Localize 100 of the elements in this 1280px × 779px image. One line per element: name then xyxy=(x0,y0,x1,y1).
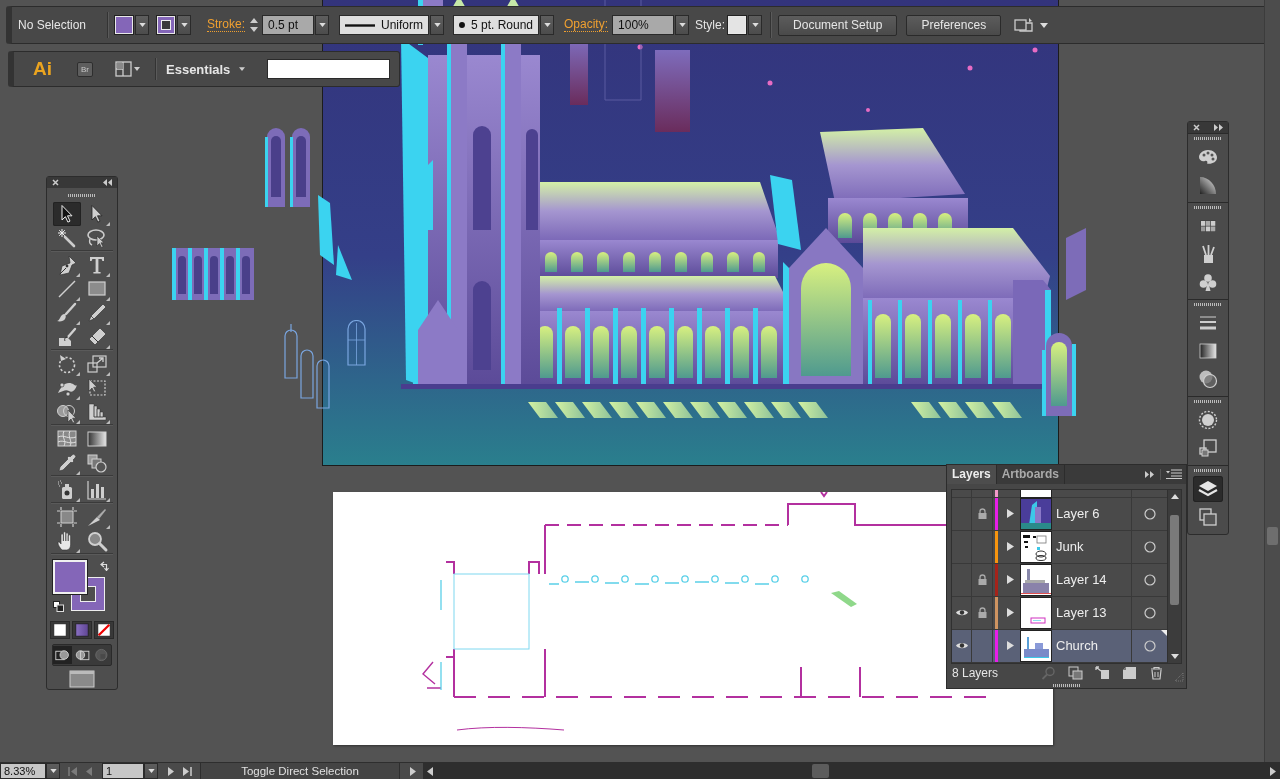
expand-triangle-icon[interactable] xyxy=(1007,509,1014,519)
selection-status: No Selection xyxy=(18,18,88,32)
style-dropdown[interactable] xyxy=(748,15,763,35)
layer-row[interactable]: Junk xyxy=(952,530,1167,564)
resize-grip-icon[interactable] xyxy=(1174,672,1184,683)
expand-triangle-icon[interactable] xyxy=(1007,542,1014,552)
stroke-dropdown-button[interactable] xyxy=(177,15,191,35)
expand-triangle-icon[interactable] xyxy=(1007,608,1014,618)
target-circle-icon xyxy=(1143,639,1156,652)
triangle-right-icon[interactable] xyxy=(166,766,175,776)
outlined-pointer-icon[interactable] xyxy=(53,202,81,226)
scroll-thumb[interactable] xyxy=(1170,514,1179,605)
trash-icon[interactable] xyxy=(1149,666,1164,681)
target-circle-icon xyxy=(1143,606,1156,619)
grip-icon[interactable] xyxy=(1194,137,1222,140)
scroll-down-icon[interactable] xyxy=(1170,653,1179,659)
toolbar-button[interactable]: Document Setup xyxy=(778,14,898,36)
expand-triangle-icon[interactable] xyxy=(1007,575,1014,585)
stroke-weight-field[interactable]: 0.5 pt xyxy=(262,15,314,35)
gradient-swatch-icon[interactable] xyxy=(72,621,92,639)
skip-start-icon[interactable] xyxy=(68,766,77,776)
none-swatch-icon[interactable] xyxy=(94,621,114,639)
panel-tab[interactable]: Artboards xyxy=(996,465,1066,484)
profile-dropdown[interactable]: Uniform xyxy=(339,15,429,35)
layer-count: 8 Layers xyxy=(952,666,999,681)
document-layout-icon[interactable] xyxy=(115,61,141,77)
double-arrow-icon[interactable] xyxy=(1145,470,1154,478)
grip-icon[interactable] xyxy=(1052,683,1081,687)
bridge-button[interactable]: Br xyxy=(77,61,93,77)
double-arrow-icon[interactable] xyxy=(1214,124,1223,131)
caret-icon xyxy=(49,769,57,773)
style-swatch[interactable] xyxy=(728,16,747,34)
fill-swatch[interactable] xyxy=(53,560,87,594)
stroke-link[interactable]: Stroke: xyxy=(207,18,245,32)
toolbar-button[interactable]: Preferences xyxy=(906,14,1002,36)
workspace-menu[interactable]: Essentials xyxy=(166,61,246,77)
horizontal-scrollbar[interactable] xyxy=(423,763,1280,779)
scroll-left-icon[interactable] xyxy=(426,766,435,776)
stroke-weight-dropdown[interactable] xyxy=(315,15,329,35)
opacity-dropdown[interactable] xyxy=(675,15,690,35)
vertical-scrollbar[interactable] xyxy=(1167,489,1181,663)
layer-row[interactable]: Layer 14 xyxy=(952,563,1167,597)
triangle-right-icon[interactable] xyxy=(408,766,417,776)
skip-end-icon[interactable] xyxy=(183,766,192,776)
caret-icon xyxy=(751,23,759,27)
grip-icon[interactable] xyxy=(68,193,96,197)
panel-menu-icon[interactable] xyxy=(1166,469,1182,480)
double-arrow-icon[interactable] xyxy=(103,179,112,186)
zoom-field[interactable]: 8.33% xyxy=(0,763,46,779)
close-icon[interactable] xyxy=(52,179,59,186)
stepper-arrows-icon[interactable] xyxy=(248,16,260,34)
status-menu[interactable]: Toggle Direct Selection xyxy=(200,763,400,779)
layer-name: Layer 14 xyxy=(1056,572,1108,588)
grip-icon[interactable] xyxy=(1194,469,1222,472)
layer-row[interactable] xyxy=(952,489,1167,498)
arrow-into-box-icon[interactable] xyxy=(1095,666,1110,681)
draw-normal-icon[interactable] xyxy=(53,646,72,664)
layer-thumbnail xyxy=(1021,630,1051,661)
close-icon[interactable] xyxy=(1193,124,1200,131)
screen-mode-icon[interactable] xyxy=(69,669,95,688)
layer-row[interactable]: Layer 13 xyxy=(952,596,1167,630)
layer-row[interactable]: Church xyxy=(952,629,1167,663)
panel-tab[interactable]: Layers xyxy=(947,465,997,484)
scroll-thumb[interactable] xyxy=(1267,527,1278,545)
opacity-field[interactable]: 100% xyxy=(612,15,675,35)
overlapping-squares-icon[interactable] xyxy=(1068,666,1083,681)
vertical-scrollbar[interactable] xyxy=(1264,0,1280,762)
lock-icon xyxy=(977,607,987,619)
layer-name: Layer 6 xyxy=(1056,506,1101,522)
caret-icon[interactable] xyxy=(1040,22,1049,28)
brush-caret-button[interactable] xyxy=(540,15,554,35)
default-colors-icon[interactable] xyxy=(53,601,64,612)
brush-dropdown[interactable]: 5 pt. Round xyxy=(453,15,539,35)
scroll-up-icon[interactable] xyxy=(1170,493,1179,499)
wall-piece-drawing xyxy=(1066,228,1086,300)
artboard-dropdown[interactable] xyxy=(144,763,158,779)
zoom-dropdown[interactable] xyxy=(46,763,60,779)
expand-triangle-icon[interactable] xyxy=(1007,641,1014,651)
lock-icon xyxy=(977,508,987,520)
opacity-link[interactable]: Opacity: xyxy=(564,18,609,32)
grip-icon[interactable] xyxy=(1194,303,1222,306)
search-field[interactable] xyxy=(267,59,391,79)
color-swatch-icon[interactable] xyxy=(50,621,70,639)
layers-stack-icon[interactable] xyxy=(1193,476,1223,502)
grip-icon[interactable] xyxy=(1194,206,1222,209)
lock-icon xyxy=(977,574,987,586)
scroll-thumb[interactable] xyxy=(812,764,829,778)
page-icon[interactable] xyxy=(1122,666,1137,681)
swap-arrows-icon[interactable] xyxy=(100,561,110,571)
scroll-right-icon[interactable] xyxy=(1268,766,1277,776)
brush-stroke xyxy=(831,591,857,607)
profile-caret-button[interactable] xyxy=(430,15,444,35)
layer-row[interactable]: Layer 6 xyxy=(952,497,1167,531)
fill-swatch[interactable] xyxy=(115,16,133,34)
artboard-field[interactable]: 1 xyxy=(102,763,144,779)
grip-icon[interactable] xyxy=(1194,400,1222,403)
stroke-swatch[interactable] xyxy=(157,16,175,34)
layer-thumbnail xyxy=(1021,597,1051,628)
fill-dropdown-button[interactable] xyxy=(135,15,149,35)
window-stack-icon[interactable] xyxy=(1014,17,1035,33)
